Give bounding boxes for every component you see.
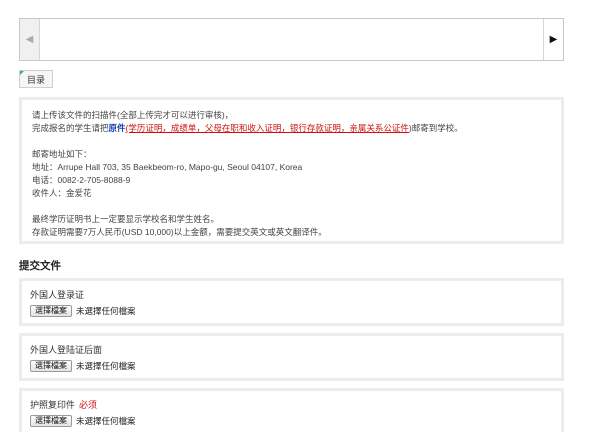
step-number: 05: [316, 29, 327, 39]
choose-file-button[interactable]: 選擇檔案: [30, 360, 72, 372]
step-number: 03: [186, 29, 197, 39]
upload-title: 外国人登录证: [30, 289, 553, 301]
chevron-left-icon: ◀: [25, 34, 34, 45]
step-label: 勾选课程: [56, 43, 93, 53]
upload-title: 外国人登陆证后面: [30, 344, 553, 356]
step-number: 08: [511, 29, 522, 39]
upload-title-text: 外国人登陆证后面: [30, 345, 103, 355]
notice-line: 完成报名的学生请把原件(学历证明，成绩单，父母在职和收入证明，银行存款证明，亲属…: [32, 122, 551, 135]
section-title: 提交文件: [19, 260, 61, 272]
step-number: 06: [381, 29, 392, 39]
step-number: 07: [446, 29, 457, 39]
mail-address: 地址：Arrupe Hall 703, 35 Baekbeom-ro, Mapo…: [32, 162, 303, 172]
notice-original-highlight: 原件: [108, 123, 126, 133]
step-number: 04: [251, 29, 262, 39]
choose-file-button[interactable]: 選擇檔案: [30, 415, 72, 427]
notice-text: 完成报名的学生请把: [32, 123, 109, 133]
step-label: 填写申请书: [186, 43, 232, 53]
required-badge: 必须: [79, 400, 98, 410]
notice-note: 最终学历证明书上一定要显示学校名和学生姓名。: [32, 214, 220, 224]
file-status: 未選擇任何檔案: [76, 306, 136, 316]
upload-box-passport: 护照复印件 必须 選擇檔案 未選擇任何檔案: [19, 388, 564, 432]
corner-marker-icon: [20, 71, 24, 75]
step-label: 申请完成: [316, 43, 353, 53]
chevron-right-icon: ▶: [549, 34, 558, 45]
mail-phone: 电话：0082-2-705-8088-9: [32, 175, 131, 185]
upload-box-alien-card: 外国人登录证 選擇檔案 未選擇任何檔案: [19, 278, 564, 326]
upload-title-text: 护照复印件: [30, 400, 76, 410]
step-label: 附加文件: [251, 43, 288, 53]
step-label: 缴纳指南: [446, 43, 483, 53]
choose-file-button[interactable]: 選擇檔案: [30, 305, 72, 317]
steps-track: 01 勾选课程 02 勾选学期 03 填写申请书 04 附加文件 05 申请完成…: [41, 22, 544, 57]
file-input-row: 選擇檔案 未選擇任何檔案: [30, 360, 553, 372]
step-next-button[interactable]: ▶: [543, 19, 563, 60]
notice-text: )邮寄到学校。: [408, 123, 463, 133]
upload-box-alien-card-back: 外国人登陆证后面 選擇檔案 未選擇任何檔案: [19, 333, 564, 381]
step-label: 勾选学期: [121, 43, 158, 53]
step-number: 01: [56, 29, 67, 39]
file-status: 未選擇任何檔案: [76, 361, 136, 371]
notice-box: 请上传该文件的扫描件(全部上传完才可以进行审核)， 完成报名的学生请把原件(学历…: [19, 97, 564, 244]
file-status: 未選擇任何檔案: [76, 416, 136, 426]
file-input-row: 選擇檔案 未選擇任何檔案: [30, 415, 553, 427]
step-label: 서류 보완: [381, 43, 417, 53]
upload-title-text: 外国人登录证: [30, 290, 85, 300]
upload-title: 护照复印件 必须: [30, 399, 553, 411]
mail-recipient: 收件人：金爱花: [32, 188, 92, 198]
notice-line: 请上传该文件的扫描件(全部上传完才可以进行审核)，: [32, 110, 234, 120]
step-prev-button[interactable]: ◀: [20, 19, 40, 60]
mail-heading: 邮寄地址如下：: [32, 149, 92, 159]
notice-note: 存款证明需要7万人民币(USD 10,000)以上金额，需要提交英文或英文翻译件…: [32, 227, 327, 237]
step-progress-bar: ◀ 01 勾选课程 02 勾选学期 03 填写申请书 04 附加文件 05 申请…: [19, 18, 564, 61]
notice-documents-highlight: (学历证明，成绩单，父母在职和收入证明，银行存款证明，亲属关系公证件: [125, 123, 409, 133]
step-number: 02: [121, 29, 132, 39]
file-input-row: 選擇檔案 未選擇任何檔案: [30, 305, 553, 317]
toc-button-label: 目录: [26, 74, 45, 85]
step-label: 分班: [511, 43, 530, 53]
toc-button[interactable]: 目录: [19, 70, 53, 88]
